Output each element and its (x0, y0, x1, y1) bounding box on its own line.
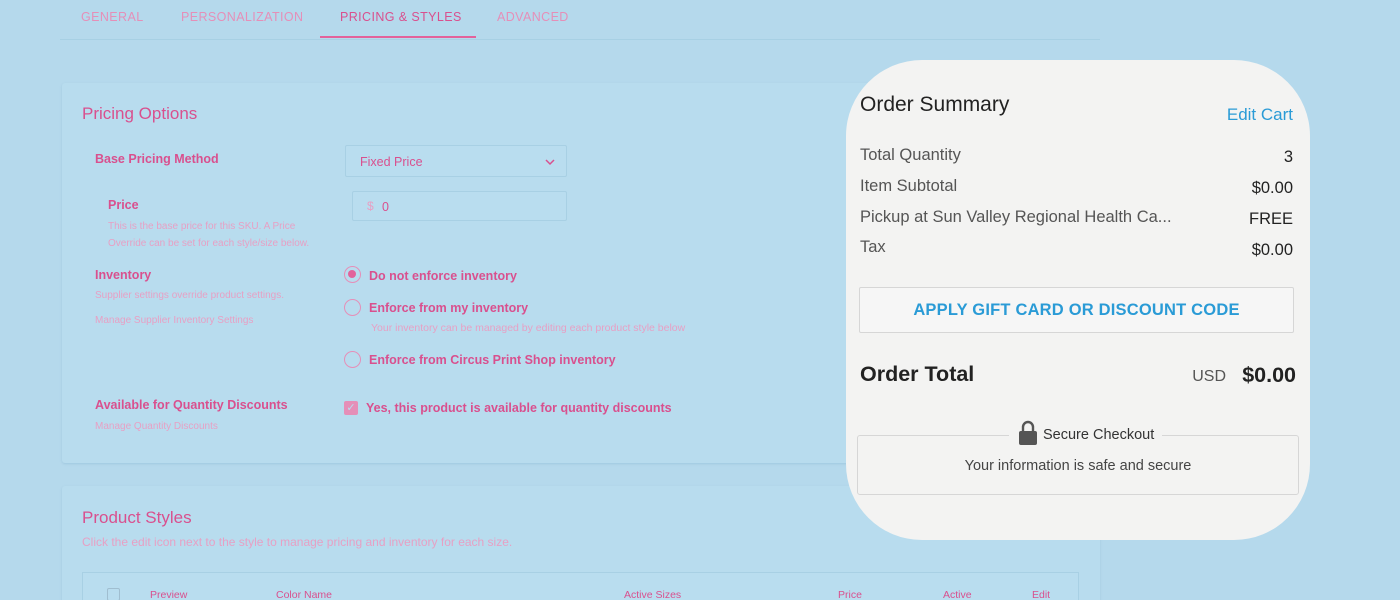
price-value: 0 (382, 200, 389, 214)
order-summary-panel: Order Summary Edit Cart Total Quantity 3… (846, 60, 1310, 540)
product-styles-title: Product Styles (82, 508, 192, 527)
tax-value: $0.00 (1251, 241, 1293, 259)
currency-symbol: $ (367, 199, 374, 213)
pickup-value: FREE (1248, 210, 1293, 228)
col-active-sizes: Active Sizes (624, 589, 682, 600)
tab-personalization[interactable]: PERSONALIZATION (181, 10, 303, 24)
inventory-label: Inventory (95, 268, 152, 282)
item-subtotal-value: $0.00 (1251, 179, 1293, 197)
qty-discount-option-label: Yes, this product is available for quant… (366, 401, 672, 415)
option-do-not-enforce-label: Do not enforce inventory (369, 269, 517, 283)
secure-checkout-legend: Secure Checkout (1009, 420, 1163, 451)
option-enforce-circus-inventory-label: Enforce from Circus Print Shop inventory (369, 353, 616, 367)
order-total-value: $0.00 (1242, 363, 1296, 387)
order-total-label: Order Total (860, 362, 975, 386)
col-active: Active (943, 589, 972, 600)
col-edit: Edit (1032, 589, 1051, 600)
secure-checkout-title: Secure Checkout (1043, 427, 1155, 443)
item-subtotal-label: Item Subtotal (860, 177, 958, 195)
col-color-name: Color Name (276, 589, 333, 600)
styles-table-header: Preview Color Name Active Sizes Price Ac… (82, 572, 1079, 600)
apply-gift-card-button[interactable]: APPLY GIFT CARD OR DISCOUNT CODE (859, 287, 1294, 333)
tax-label: Tax (860, 238, 886, 256)
pickup-label: Pickup at Sun Valley Regional Health Ca.… (860, 208, 1172, 226)
pricing-options-title: Pricing Options (82, 104, 198, 123)
base-pricing-method-select[interactable]: Fixed Price (345, 145, 567, 177)
col-preview: Preview (150, 589, 188, 600)
price-label: Price (108, 198, 139, 212)
price-input[interactable]: $ 0 (352, 191, 567, 221)
total-quantity-label: Total Quantity (860, 146, 961, 164)
tab-pricing-styles[interactable]: PRICING & STYLES (340, 10, 462, 24)
edit-cart-link[interactable]: Edit Cart (1227, 105, 1293, 125)
col-price: Price (838, 589, 862, 600)
secure-checkout-message: Your information is safe and secure (964, 458, 1192, 474)
tab-general[interactable]: GENERAL (81, 10, 144, 24)
radio-enforce-circus-inventory[interactable] (344, 351, 361, 368)
base-pricing-method-label: Base Pricing Method (95, 152, 219, 166)
secure-checkout-box: Secure Checkout Your information is safe… (857, 420, 1299, 495)
inventory-help: Supplier settings override product setti… (95, 290, 284, 301)
active-tab-indicator (320, 36, 476, 38)
price-help-line-1: This is the base price for this SKU. A P… (108, 221, 296, 232)
order-summary-title: Order Summary (860, 93, 1010, 116)
qty-discount-label: Available for Quantity Discounts (95, 398, 288, 412)
qty-discount-checkbox[interactable]: ✓ (344, 401, 358, 415)
order-total-currency: USD (1192, 368, 1226, 385)
option-enforce-my-inventory-label: Enforce from my inventory (369, 301, 529, 315)
chevron-down-icon (544, 152, 556, 175)
radio-enforce-my-inventory[interactable] (344, 299, 361, 316)
select-all-checkbox[interactable] (107, 588, 120, 600)
settings-tabs: GENERAL PERSONALIZATION PRICING & STYLES… (60, 0, 1100, 40)
option-enforce-my-inventory-help: Your inventory can be managed by editing… (371, 322, 686, 334)
price-help-line-2: Override can be set for each style/size … (108, 238, 310, 249)
manage-qty-discounts-link[interactable]: Manage Quantity Discounts (95, 419, 218, 435)
radio-do-not-enforce[interactable] (344, 266, 361, 283)
tab-advanced[interactable]: ADVANCED (497, 10, 569, 24)
lock-icon (1017, 420, 1039, 451)
base-pricing-method-value: Fixed Price (360, 155, 423, 169)
manage-supplier-inventory-link[interactable]: Manage Supplier Inventory Settings (95, 313, 253, 329)
product-styles-subtitle: Click the edit icon next to the style to… (82, 535, 513, 549)
total-quantity-value: 3 (1283, 148, 1293, 166)
